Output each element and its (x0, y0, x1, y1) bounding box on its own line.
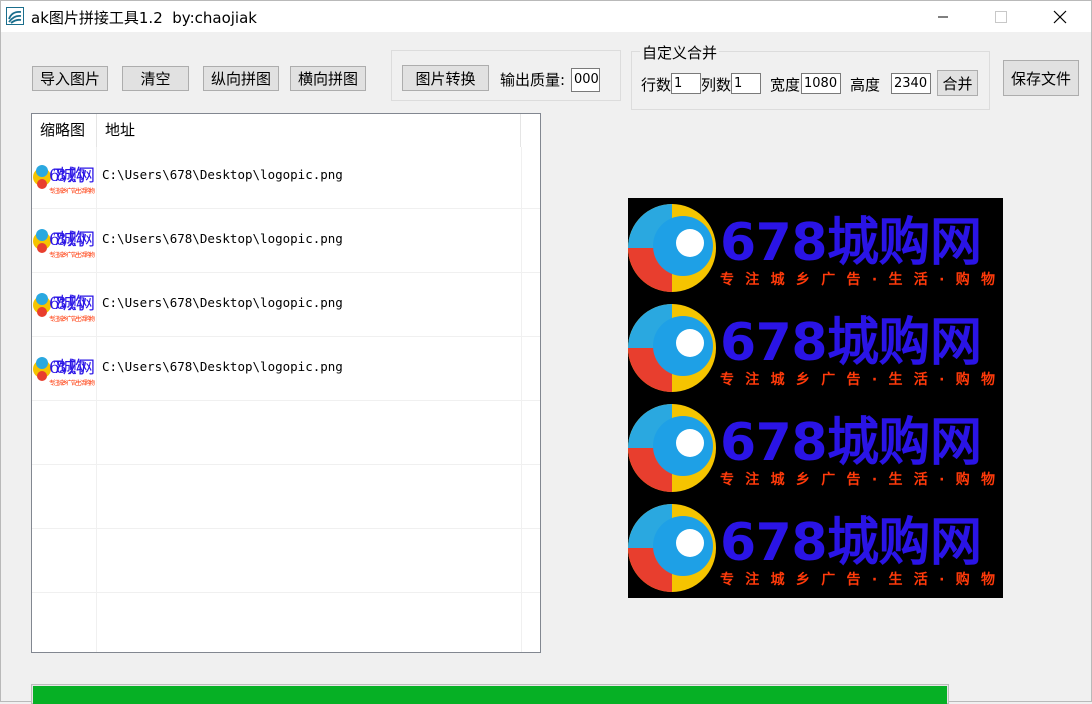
preview-logo-text: 678城购网 (720, 413, 982, 473)
convert-image-button[interactable]: 图片转换 (402, 65, 489, 91)
horizontal-stitch-button[interactable]: 横向拼图 (290, 66, 366, 91)
column-header-path[interactable]: 地址 (97, 114, 521, 147)
empty-row (32, 529, 540, 593)
table-row[interactable]: 678城购网 专注城乡广告·生活·购物 C:\Users\678\Desktop… (32, 209, 540, 273)
file-path: C:\Users\678\Desktop\logopic.png (102, 167, 343, 182)
preview-logo-text: 678城购网 (720, 513, 982, 573)
vertical-stitch-button[interactable]: 纵向拼图 (203, 66, 279, 91)
thumbnail-logo-slogan: 专注城乡广告·生活·购物 (49, 187, 95, 195)
height-label: 高度 (850, 76, 881, 94)
custom-merge-title: 自定义合并 (640, 42, 720, 63)
table-row[interactable]: 678城购网 专注城乡广告·生活·购物 C:\Users\678\Desktop… (32, 145, 540, 209)
preview-logo-tile: 678城购网 专注城乡广告·生活·购物 (628, 304, 995, 392)
file-path: C:\Users\678\Desktop\logopic.png (102, 295, 343, 310)
thumbnail-logo-slogan: 专注城乡广告·生活·购物 (49, 315, 95, 323)
table-row[interactable]: 678城购网 专注城乡广告·生活·购物 C:\Users\678\Desktop… (32, 337, 540, 401)
thumbnail-logo-image: 678城购网 专注城乡广告·生活·购物 (33, 357, 95, 387)
file-path: C:\Users\678\Desktop\logopic.png (102, 231, 343, 246)
preview-logo-text: 678城购网 (720, 213, 982, 273)
minimize-button[interactable] (920, 1, 966, 32)
empty-row (32, 593, 540, 652)
thumbnail-logo-image: 678城购网 专注城乡广告·生活·购物 (33, 165, 95, 195)
width-label: 宽度 (770, 76, 801, 94)
column-header-thumbnail[interactable]: 缩略图 (32, 114, 97, 147)
maximize-icon (995, 10, 1007, 23)
thumbnail-logo-image: 678城购网 专注城乡广告·生活·购物 (33, 293, 95, 323)
file-list[interactable]: 缩略图 地址 678城购网 专注城乡广告·生活·购物 C:\Users\678\… (31, 113, 541, 653)
minimize-icon (938, 16, 948, 17)
import-images-button[interactable]: 导入图片 (32, 66, 108, 91)
preview-logo-text: 678城购网 (720, 313, 982, 373)
title-bar: ak图片拼接工具1.2 by:chaojiak (1, 1, 1091, 32)
preview-logo-slogan: 专注城乡广告·生活·购物 (720, 371, 995, 388)
thumbnail-logo-slogan: 专注城乡广告·生活·购物 (49, 379, 95, 387)
file-path: C:\Users\678\Desktop\logopic.png (102, 359, 343, 374)
window-title: ak图片拼接工具1.2 by:chaojiak (31, 9, 257, 27)
progress-bar (31, 684, 949, 704)
cols-input[interactable]: 1 (731, 73, 761, 94)
empty-row (32, 465, 540, 529)
thumbnail-logo-slogan: 专注城乡广告·生活·购物 (49, 251, 95, 259)
save-file-button[interactable]: 保存文件 (1003, 60, 1079, 96)
preview-logo-tile: 678城购网 专注城乡广告·生活·购物 (628, 504, 995, 592)
preview-logo-slogan: 专注城乡广告·生活·购物 (720, 571, 995, 588)
close-icon (1053, 10, 1067, 23)
preview-logo-tile: 678城购网 专注城乡广告·生活·购物 (628, 404, 995, 492)
thumbnail-logo-text: 678城购网 (49, 230, 95, 250)
clear-button[interactable]: 清空 (122, 66, 189, 91)
list-header: 缩略图 地址 (32, 114, 540, 147)
merge-button[interactable]: 合并 (937, 70, 978, 96)
thumbnail-logo-text: 678城购网 (49, 166, 95, 186)
maximize-button[interactable] (978, 1, 1024, 32)
preview-logo-tile: 678城购网 专注城乡广告·生活·购物 (628, 204, 995, 292)
quality-input[interactable]: 000 (571, 68, 600, 92)
thumbnail-logo-text: 678城购网 (49, 294, 95, 314)
app-icon (6, 7, 24, 25)
preview-logo-slogan: 专注城乡广告·生活·购物 (720, 271, 995, 288)
cols-label: 列数 (701, 76, 732, 94)
rows-label: 行数 (641, 76, 672, 94)
preview-logo-slogan: 专注城乡广告·生活·购物 (720, 471, 995, 488)
width-input[interactable]: 1080 (801, 73, 841, 94)
close-button[interactable] (1037, 1, 1083, 32)
progress-fill (33, 686, 947, 704)
height-input[interactable]: 2340 (891, 73, 931, 94)
rows-input[interactable]: 1 (671, 73, 701, 94)
thumbnail-logo-text: 678城购网 (49, 358, 95, 378)
preview-image: 678城购网 专注城乡广告·生活·购物 678城购网 专注城乡广告·生活·购物 … (628, 198, 1003, 598)
empty-row (32, 401, 540, 465)
thumbnail-logo-image: 678城购网 专注城乡广告·生活·购物 (33, 229, 95, 259)
table-row[interactable]: 678城购网 专注城乡广告·生活·购物 C:\Users\678\Desktop… (32, 273, 540, 337)
quality-label: 输出质量: (500, 71, 566, 89)
